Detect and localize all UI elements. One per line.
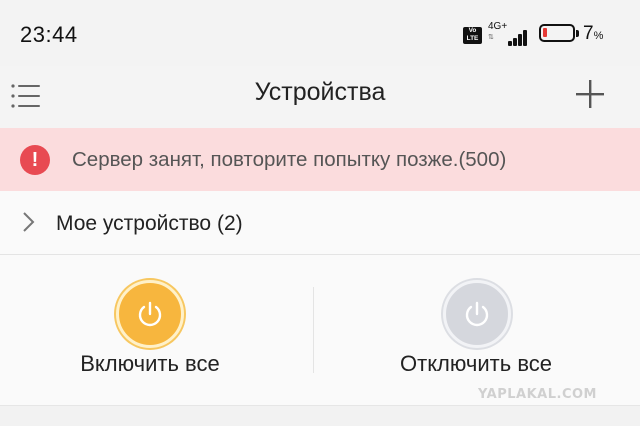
chevron-right-icon: [23, 212, 35, 232]
status-bar: 23:44 Vo LTE 4G+ ⇅ 7%: [0, 0, 640, 66]
plus-icon: [576, 80, 604, 108]
turn-off-all-label: Отключить все: [400, 351, 552, 376]
hamburger-menu-icon: [11, 84, 40, 108]
battery-level: [543, 28, 547, 37]
turn-on-all-button[interactable]: Включить все: [0, 255, 300, 405]
signal-strength-icon: [500, 26, 530, 46]
power-icon: [465, 301, 489, 327]
divider: [313, 287, 314, 373]
power-icon: [138, 301, 162, 327]
battery-percent: 7%: [583, 23, 604, 44]
device-group-row[interactable]: Мое устройство (2): [0, 191, 640, 255]
error-message: Сервер занят, повторите попытку позже.(5…: [72, 148, 507, 171]
status-time: 23:44: [20, 22, 78, 47]
battery-icon: [539, 24, 575, 42]
turn-on-all-label: Включить все: [80, 351, 220, 376]
power-on-button[interactable]: [116, 280, 184, 348]
page-title: Устройства: [254, 78, 386, 106]
turn-off-all-button[interactable]: Отключить все: [330, 255, 630, 405]
app-header: Устройства: [0, 66, 640, 128]
watermark: YAPLAKAL.COM: [478, 387, 597, 402]
bulk-actions: Включить все Отключить все: [0, 255, 640, 406]
add-device-button[interactable]: [570, 74, 610, 114]
volte-icon: Vo LTE: [463, 27, 482, 44]
power-off-button[interactable]: [443, 280, 511, 348]
menu-button[interactable]: [8, 78, 46, 116]
device-group-label: Мое устройство (2): [56, 212, 243, 235]
error-banner: ! Сервер занят, повторите попытку позже.…: [0, 128, 640, 191]
exclamation-icon: !: [20, 145, 50, 175]
data-arrows-icon: ⇅: [488, 34, 494, 41]
